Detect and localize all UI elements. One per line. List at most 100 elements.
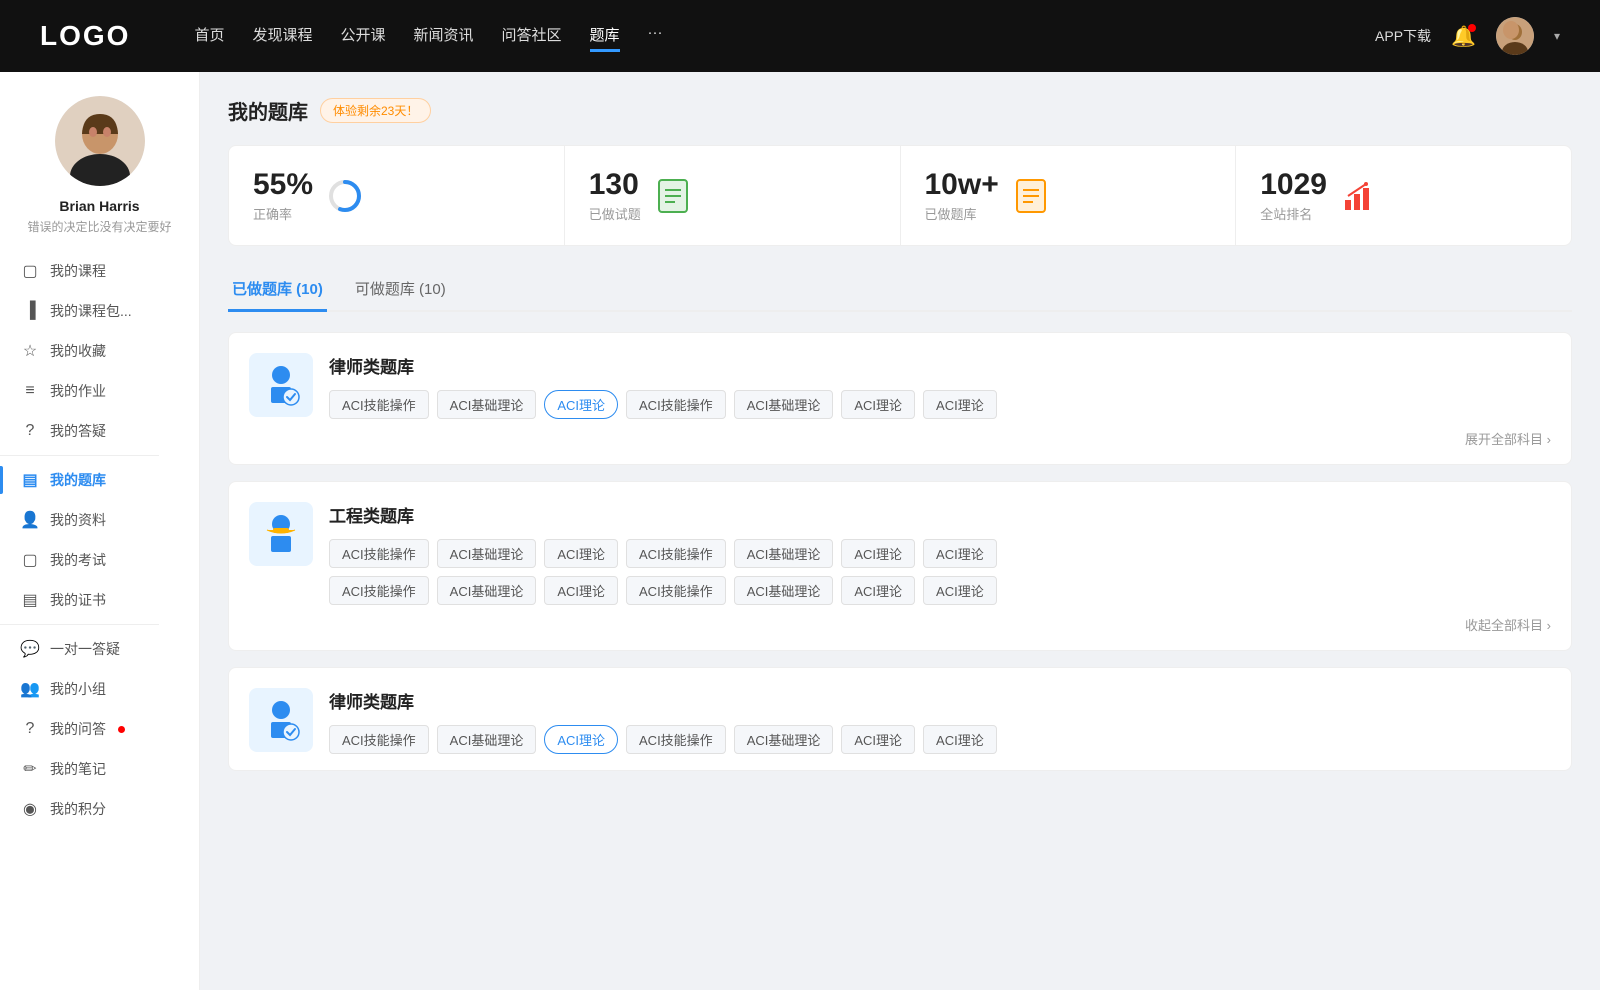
nav-more[interactable]: ···	[648, 20, 663, 52]
tag-6[interactable]: ACI理论	[923, 390, 997, 419]
sidebar-item-my-notes[interactable]: ✏ 我的笔记	[0, 749, 199, 789]
sidebar-item-my-exam-label: 我的考试	[50, 550, 106, 570]
banks-icon	[1013, 178, 1049, 214]
tag-1[interactable]: ACI基础理论	[437, 390, 537, 419]
expand-link-lawyer-1[interactable]: 展开全部科目 ›	[249, 429, 1551, 448]
trial-badge: 体验剩余23天！	[320, 98, 431, 123]
eng2-tag-3[interactable]: ACI技能操作	[626, 576, 726, 605]
one-on-one-icon: 💬	[20, 639, 40, 659]
tag-4[interactable]: ACI基础理论	[734, 390, 834, 419]
page-body: Brian Harris 错误的决定比没有决定要好 ▢ 我的课程 ▐ 我的课程包…	[0, 72, 1600, 990]
sidebar-item-my-group[interactable]: 👥 我的小组	[0, 669, 199, 709]
tag-2-selected[interactable]: ACI理论	[544, 390, 618, 419]
nav-qbank[interactable]: 题库	[590, 20, 620, 52]
eng2-tag-6[interactable]: ACI理论	[923, 576, 997, 605]
eng2-tag-2[interactable]: ACI理论	[544, 576, 618, 605]
notification-bell-icon[interactable]: 🔔	[1451, 24, 1476, 49]
sidebar-item-my-courses[interactable]: ▢ 我的课程	[0, 251, 199, 291]
law2-tag-5[interactable]: ACI理论	[841, 725, 915, 754]
sidebar-item-my-notes-label: 我的笔记	[50, 759, 106, 779]
sidebar-item-my-questions[interactable]: ? 我的问答	[0, 709, 199, 749]
stat-rank-label: 全站排名	[1260, 204, 1327, 223]
eng-tag-6[interactable]: ACI理论	[923, 539, 997, 568]
stats-row: 55% 正确率 130 已做试题	[228, 145, 1572, 246]
nav-home[interactable]: 首页	[194, 20, 224, 52]
nav-news[interactable]: 新闻资讯	[414, 20, 474, 52]
tab-done[interactable]: 已做题库 (10)	[228, 270, 327, 312]
sidebar-user-name: Brian Harris	[59, 198, 139, 214]
qbank-tags-engineer-row1: ACI技能操作 ACI基础理论 ACI理论 ACI技能操作 ACI基础理论 AC…	[329, 539, 1551, 568]
eng-tag-3[interactable]: ACI技能操作	[626, 539, 726, 568]
qbank-title-engineer: 工程类题库	[329, 502, 1551, 527]
law2-tag-1[interactable]: ACI基础理论	[437, 725, 537, 754]
sidebar-item-my-data[interactable]: 👤 我的资料	[0, 500, 199, 540]
eng2-tag-0[interactable]: ACI技能操作	[329, 576, 429, 605]
page-title-row: 我的题库 体验剩余23天！	[228, 96, 1572, 125]
course-pack-icon: ▐	[20, 302, 40, 320]
sidebar-item-homework-label: 我的作业	[50, 381, 106, 401]
user-menu-chevron-icon[interactable]: ▾	[1554, 29, 1560, 43]
my-exam-icon: ▢	[20, 550, 40, 570]
sidebar-item-my-qa[interactable]: ? 我的答疑	[0, 411, 199, 451]
sidebar-item-my-data-label: 我的资料	[50, 510, 106, 530]
sidebar-item-my-cert[interactable]: ▤ 我的证书	[0, 580, 199, 620]
qbank-tags-engineer-row2: ACI技能操作 ACI基础理论 ACI理论 ACI技能操作 ACI基础理论 AC…	[329, 576, 1551, 605]
sidebar-item-my-group-label: 我的小组	[50, 679, 106, 699]
stat-questions-value: 130	[589, 168, 641, 202]
sidebar-divider-1	[0, 455, 159, 456]
sidebar-item-my-points[interactable]: ◉ 我的积分	[0, 789, 199, 829]
eng-tag-2[interactable]: ACI理论	[544, 539, 618, 568]
law2-tag-2-selected[interactable]: ACI理论	[544, 725, 618, 754]
eng-tag-4[interactable]: ACI基础理论	[734, 539, 834, 568]
top-navigation: LOGO 首页 发现课程 公开课 新闻资讯 问答社区 题库 ··· APP下载 …	[0, 0, 1600, 72]
tag-0[interactable]: ACI技能操作	[329, 390, 429, 419]
eng-tag-0[interactable]: ACI技能操作	[329, 539, 429, 568]
qbank-card-lawyer-2: 律师类题库 ACI技能操作 ACI基础理论 ACI理论 ACI技能操作 ACI基…	[228, 667, 1572, 771]
collapse-link-engineer[interactable]: 收起全部科目 ›	[249, 615, 1551, 634]
questions-icon	[655, 178, 691, 214]
eng-tag-5[interactable]: ACI理论	[841, 539, 915, 568]
main-content: 我的题库 体验剩余23天！ 55% 正确率	[200, 72, 1600, 990]
user-avatar[interactable]	[1496, 17, 1534, 55]
sidebar-item-my-questions-label: 我的问答	[50, 719, 106, 739]
eng-tag-1[interactable]: ACI基础理论	[437, 539, 537, 568]
tag-5[interactable]: ACI理论	[841, 390, 915, 419]
qbank-card-lawyer-1: 律师类题库 ACI技能操作 ACI基础理论 ACI理论 ACI技能操作 ACI基…	[228, 332, 1572, 465]
eng2-tag-4[interactable]: ACI基础理论	[734, 576, 834, 605]
rank-icon	[1341, 178, 1377, 214]
stat-banks-value: 10w+	[925, 168, 999, 202]
law2-tag-6[interactable]: ACI理论	[923, 725, 997, 754]
sidebar-item-my-exam[interactable]: ▢ 我的考试	[0, 540, 199, 580]
accuracy-chart-icon	[327, 178, 363, 214]
sidebar-item-course-pack[interactable]: ▐ 我的课程包...	[0, 291, 199, 331]
nav-qa[interactable]: 问答社区	[502, 20, 562, 52]
eng2-tag-5[interactable]: ACI理论	[841, 576, 915, 605]
homework-icon: ≡	[20, 382, 40, 400]
tab-available[interactable]: 可做题库 (10)	[351, 270, 450, 312]
law2-tag-3[interactable]: ACI技能操作	[626, 725, 726, 754]
qbank-logo-lawyer-2	[249, 688, 313, 752]
sidebar-item-one-on-one[interactable]: 💬 一对一答疑	[0, 629, 199, 669]
favorites-icon: ☆	[20, 341, 40, 361]
stat-rank-value: 1029	[1260, 168, 1327, 202]
law2-tag-0[interactable]: ACI技能操作	[329, 725, 429, 754]
notification-dot	[1468, 24, 1476, 32]
eng2-tag-1[interactable]: ACI基础理论	[437, 576, 537, 605]
sidebar-menu: ▢ 我的课程 ▐ 我的课程包... ☆ 我的收藏 ≡ 我的作业 ? 我的答疑 ▤	[0, 251, 199, 829]
stat-accuracy: 55% 正确率	[229, 146, 565, 245]
nav-courses[interactable]: 发现课程	[252, 20, 312, 52]
my-questions-dot	[118, 726, 125, 733]
qbank-logo-lawyer-1	[249, 353, 313, 417]
sidebar-item-favorites[interactable]: ☆ 我的收藏	[0, 331, 199, 371]
sidebar: Brian Harris 错误的决定比没有决定要好 ▢ 我的课程 ▐ 我的课程包…	[0, 72, 200, 990]
stat-accuracy-label: 正确率	[253, 204, 313, 223]
law2-tag-4[interactable]: ACI基础理论	[734, 725, 834, 754]
my-courses-icon: ▢	[20, 261, 40, 281]
stat-banks: 10w+ 已做题库	[901, 146, 1237, 245]
app-download-button[interactable]: APP下载	[1375, 26, 1431, 46]
sidebar-item-my-qbank[interactable]: ▤ 我的题库	[0, 460, 199, 500]
sidebar-item-my-courses-label: 我的课程	[50, 261, 106, 281]
tag-3[interactable]: ACI技能操作	[626, 390, 726, 419]
sidebar-item-homework[interactable]: ≡ 我的作业	[0, 371, 199, 411]
nav-open-course[interactable]: 公开课	[340, 20, 385, 52]
